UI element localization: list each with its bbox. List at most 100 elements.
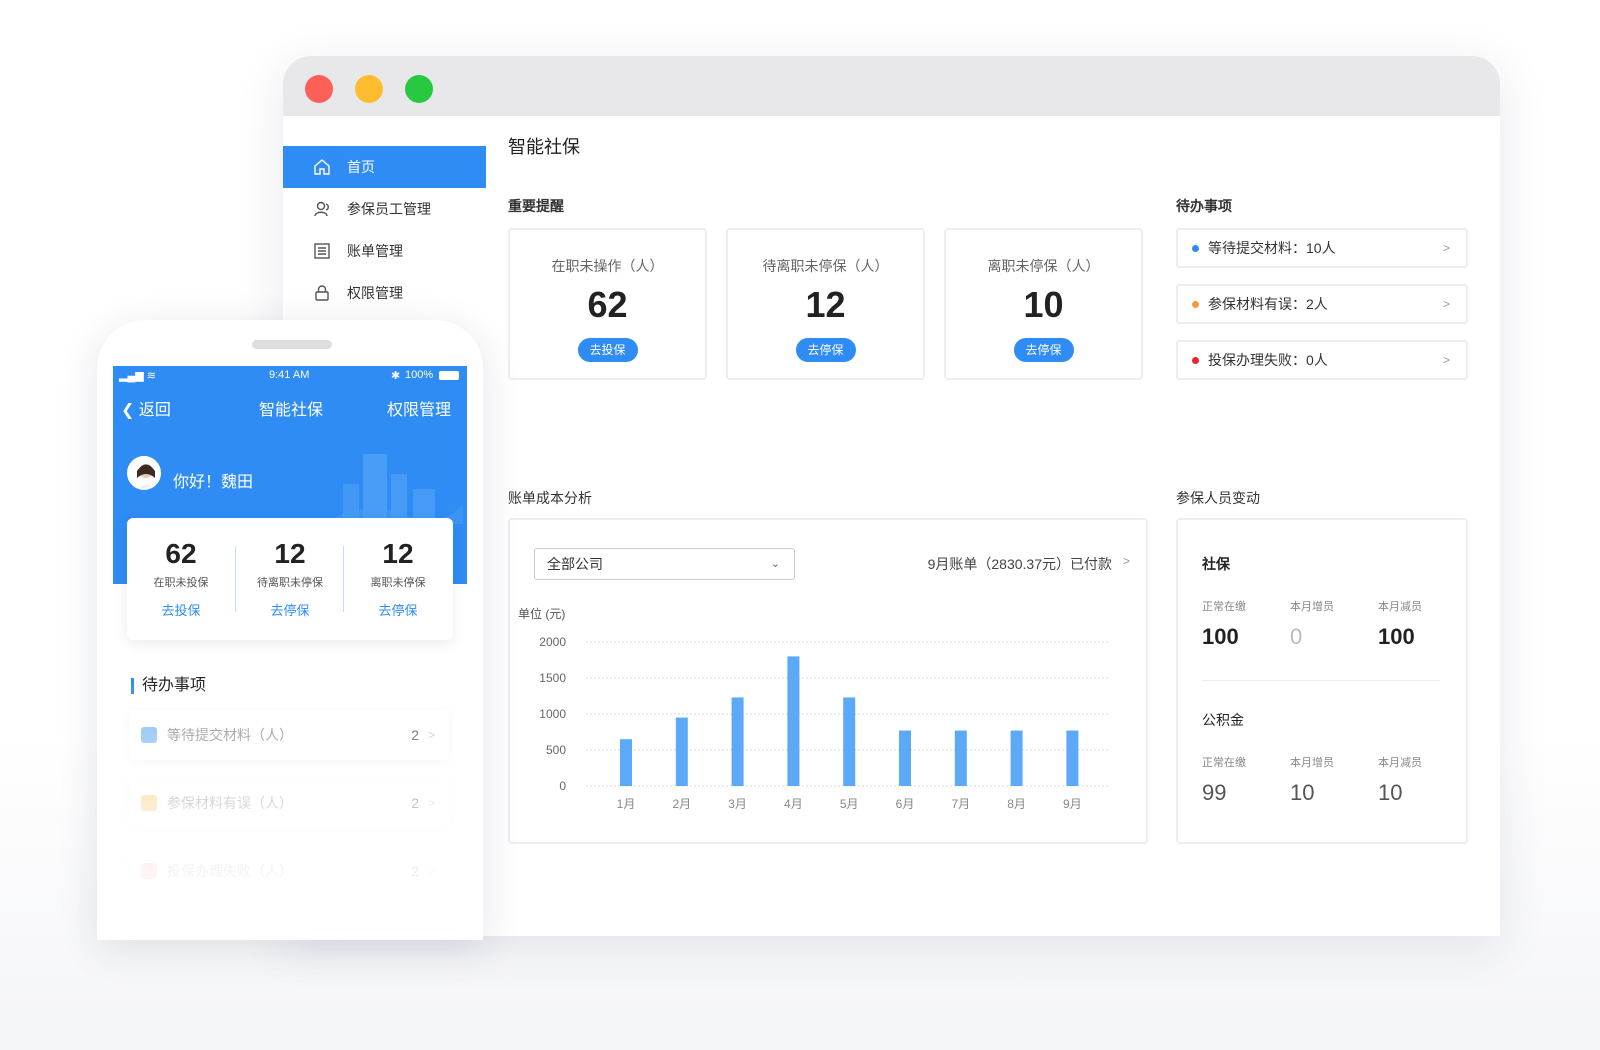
reminder-value: 10 [1023, 284, 1064, 325]
cost-title: 账单成本分析 [508, 490, 592, 506]
stat-value: 10 [1290, 780, 1315, 805]
reminder-card: 在职未操作（人） 62 去投保 [508, 228, 707, 380]
chevron-right-icon: > [427, 796, 435, 810]
phone-stat-label: 在职未投保 [153, 577, 209, 589]
bar [1010, 730, 1023, 786]
phone-todo-item[interactable]: 参保材料有误（人） 2 > [129, 778, 449, 828]
todo-title: 待办事项 [1176, 198, 1232, 214]
divider [1202, 680, 1440, 681]
phone-todo-item[interactable]: 等待提交材料（人） 2 > [129, 710, 449, 760]
x-tick-label: 8月 [1007, 797, 1026, 811]
chevron-right-icon: > [1442, 353, 1450, 367]
social-insurance-title: 社保 [1202, 556, 1230, 572]
company-select[interactable]: 全部公司 ⌄ [534, 548, 795, 580]
permissions-link[interactable]: 权限管理 [387, 396, 451, 420]
chart-unit-label: 单位 (元) [518, 606, 565, 621]
stat-value: 0 [1290, 624, 1303, 649]
bar [620, 739, 632, 786]
x-tick-label: 9月 [1063, 797, 1082, 811]
stat-label: 本月增员 [1290, 601, 1334, 613]
housing-fund-title: 公积金 [1202, 712, 1244, 728]
phone-todo-label: 参保材料有误（人） [167, 795, 293, 811]
home-icon [314, 159, 330, 175]
phone-todo-count: 2 [411, 727, 419, 743]
sidebar-item-label: 账单管理 [347, 243, 403, 259]
insured-changes-panel: 社保 正常在缴 本月增员 本月减员 100 0 100 公积金 正常在缴 本月增… [1176, 518, 1468, 844]
sidebar-item-bills[interactable]: 账单管理 [283, 230, 486, 272]
window-titlebar [283, 56, 1500, 116]
reminder-label: 离职未停保（人） [987, 258, 1100, 274]
y-tick-label: 500 [546, 743, 566, 757]
x-tick-label: 4月 [784, 797, 803, 811]
stop-insurance-link[interactable]: 去停保 [344, 600, 452, 619]
y-tick-label: 1500 [539, 671, 566, 685]
close-window-button[interactable] [305, 75, 333, 103]
phone-stats-card: 62 在职未投保 去投保 12 待离职未停保 去停保 12 离职未停保 去停保 [127, 518, 453, 640]
battery-icon [439, 371, 459, 380]
bar [731, 697, 744, 786]
battery-text: 100% [405, 369, 434, 381]
chevron-right-icon: > [1442, 297, 1450, 311]
insured-title: 参保人员变动 [1176, 490, 1260, 506]
greeting: 你好！魏田 [173, 474, 254, 491]
stop-insurance-button[interactable]: 去停保 [1013, 338, 1074, 362]
bar [954, 730, 967, 786]
sidebar-item-label: 首页 [347, 159, 375, 175]
company-select-value: 全部公司 [547, 556, 603, 572]
sidebar-item-label: 权限管理 [347, 285, 403, 301]
todo-text: 参保材料有误：2人 [1208, 296, 1328, 312]
bar [899, 730, 911, 786]
reminder-label: 待离职未停保（人） [762, 258, 889, 274]
stat-label: 本月减员 [1378, 757, 1422, 769]
y-tick-label: 1000 [539, 707, 566, 721]
phone-todo-label: 等待提交材料（人） [167, 727, 293, 743]
todo-item[interactable]: 投保办理失败：0人 > [1176, 340, 1468, 380]
phone-title: 智能社保 [259, 402, 324, 419]
stop-insurance-button[interactable]: 去停保 [795, 338, 856, 362]
enroll-link[interactable]: 去投保 [127, 600, 235, 619]
chevron-right-icon: > [1122, 554, 1130, 568]
todo-item[interactable]: 参保材料有误：2人 > [1176, 284, 1468, 324]
error-icon [141, 863, 157, 879]
back-button[interactable]: ❮ 返回 [121, 396, 171, 420]
phone-todo-item[interactable]: 投保办理失败（人） 2 > [129, 846, 449, 896]
x-tick-label: 2月 [672, 797, 691, 811]
reminders-title: 重要提醒 [508, 198, 564, 214]
reminder-value: 62 [587, 284, 628, 325]
stat-label: 正常在缴 [1202, 601, 1246, 613]
back-label: 返回 [138, 402, 171, 419]
phone-stat-label: 待离职未停保 [257, 577, 323, 589]
user-avatar-icon [137, 464, 155, 488]
bar [787, 656, 800, 786]
sidebar-item-home[interactable]: 首页 [283, 146, 486, 188]
signal-icon: ▂▄▆ ≋ [119, 370, 156, 382]
sidebar-item-employees[interactable]: 参保员工管理 [283, 188, 486, 230]
bar [1066, 730, 1079, 786]
main-content: 智能社保 重要提醒 在职未操作（人） 62 去投保 待离职未停保（人） 12 去… [508, 116, 1500, 936]
y-tick-label: 0 [559, 779, 566, 793]
status-time: 9:41 AM [269, 369, 310, 381]
maximize-window-button[interactable] [405, 75, 433, 103]
reminder-card: 离职未停保（人） 10 去停保 [944, 228, 1143, 380]
avatar[interactable] [127, 456, 161, 490]
phone-stat-value: 12 [382, 538, 414, 569]
chevron-left-icon: ❮ [121, 402, 135, 419]
chevron-right-icon: > [427, 728, 435, 742]
phone-stat-label: 离职未停保 [370, 577, 426, 589]
todo-text: 等待提交材料：10人 [1208, 240, 1336, 256]
phone-screen: ▂▄▆ ≋ 9:41 AM ✱ 100% ❮ 返回 智能社保 权限管理 你好！魏… [113, 366, 467, 940]
bill-status-link[interactable]: 9月账单（2830.37元）已付款 [928, 554, 1112, 574]
list-icon [314, 243, 330, 259]
users-icon [314, 201, 329, 217]
minimize-window-button[interactable] [355, 75, 383, 103]
bar [675, 717, 688, 786]
stat-value: 10 [1378, 780, 1403, 805]
phone-stat: 12 离职未停保 去停保 [344, 518, 452, 640]
stat-value: 99 [1202, 780, 1227, 805]
sidebar-item-permissions[interactable]: 权限管理 [283, 272, 486, 314]
enroll-button[interactable]: 去投保 [577, 338, 638, 362]
stat-label: 正常在缴 [1202, 757, 1246, 769]
todo-item[interactable]: 等待提交材料：10人 > [1176, 228, 1468, 268]
chevron-right-icon: > [427, 864, 435, 878]
stop-insurance-link[interactable]: 去停保 [236, 600, 344, 619]
